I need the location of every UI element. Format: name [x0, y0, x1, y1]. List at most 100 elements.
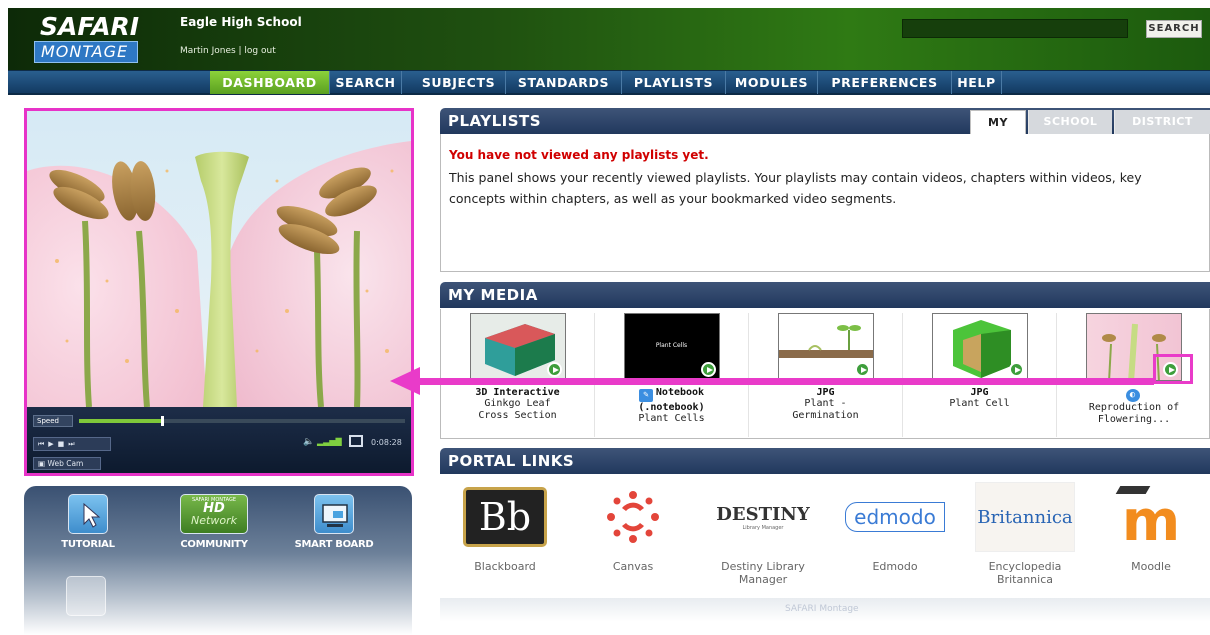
smart-board-tool[interactable]: SMART BOARD [294, 494, 374, 550]
nav-modules[interactable]: MODULES [726, 71, 818, 94]
hd-network-icon: SAFARI MONTAGE HD Network [180, 494, 248, 534]
moodle-cap-icon [1115, 486, 1151, 494]
plant-cell-thumbnail [931, 313, 1028, 381]
tab-school[interactable]: SCHOOL [1028, 110, 1112, 134]
video-type-icon: ◐ [1125, 389, 1140, 402]
play-icon[interactable] [1008, 362, 1024, 377]
notebook-icon: ✎ [638, 389, 653, 402]
portal-name-line2: Manager [738, 573, 788, 586]
user-logout-line[interactable]: Martin Jones | log out [180, 46, 276, 56]
media-type-line1: Notebook [655, 387, 705, 398]
media-item-ginkgo[interactable]: 3D Interactive Ginkgo Leaf Cross Section [441, 313, 595, 437]
webcam-button[interactable]: ▣ Web Cam [33, 457, 101, 470]
play-icon[interactable] [700, 362, 716, 377]
hd-network-bottom-text: Network [191, 514, 237, 527]
community-label: COMMUNITY [180, 539, 248, 550]
destiny-logo-text: DESTINY [716, 503, 810, 525]
portal-name-line1: Destiny Library [721, 560, 805, 573]
tutorial-label: TUTORIAL [61, 539, 115, 550]
nav-preferences[interactable]: PREFERENCES [818, 71, 952, 94]
thumb-text: Plant Cells [655, 342, 688, 349]
nav-search[interactable]: SEARCH [330, 71, 402, 94]
nav-playlists[interactable]: PLAYLISTS [622, 71, 726, 94]
media-item-plant-cells[interactable]: Plant Cells ✎ Notebook (.notebook) Plant … [595, 313, 749, 437]
empty-playlists-message: You have not viewed any playlists yet. [449, 148, 709, 162]
germination-thumbnail [777, 313, 874, 381]
nav-standards[interactable]: STANDARDS [506, 71, 622, 94]
canvas-logo [578, 482, 688, 552]
edmodo-logo: edmodo [840, 482, 950, 552]
nav-help[interactable]: HELP [952, 71, 1002, 94]
footer-fade: SAFARI Montage [440, 598, 1210, 622]
my-media-body: 3D Interactive Ginkgo Leaf Cross Section… [440, 309, 1210, 439]
annotation-arrow-line [416, 378, 1154, 385]
search-button[interactable]: SEARCH [1146, 20, 1202, 38]
video-player[interactable]: Speed ⏮▶■⏭ 🔈 ▂▃▅▇ 0:08:28 ▣ Web Cam [24, 108, 414, 476]
nav-subjects[interactable]: SUBJECTS [412, 71, 506, 94]
playlists-header: PLAYLISTS [440, 108, 970, 134]
play-icon[interactable] [854, 362, 870, 377]
transport-buttons[interactable]: ⏮▶■⏭ [33, 437, 111, 451]
portal-name: Canvas [612, 560, 654, 573]
blackboard-logo-text: Bb [463, 487, 547, 547]
portal-britannica[interactable]: Britannica Encyclopedia Britannica [970, 482, 1080, 586]
volume-icon[interactable]: 🔈 [303, 437, 314, 447]
media-type-video-icon: ◐ [1057, 387, 1210, 402]
safari-montage-logo[interactable]: SAFARI MONTAGE [34, 14, 146, 66]
portal-name-line2: Britannica [997, 573, 1053, 586]
destiny-logo: DESTINY Library Manager [708, 482, 818, 552]
playlists-body: You have not viewed any playlists yet. T… [440, 134, 1210, 272]
media-item-germination[interactable]: JPG Plant - Germination [749, 313, 903, 437]
cursor-icon [68, 494, 108, 534]
community-tool[interactable]: SAFARI MONTAGE HD Network COMMUNITY [174, 494, 254, 550]
media-name-line2: Flowering... [1097, 414, 1171, 425]
player-controls: Speed ⏮▶■⏭ 🔈 ▂▃▅▇ 0:08:28 ▣ Web Cam [27, 407, 411, 473]
faded-tool-icon [66, 576, 106, 616]
portal-links-header: PORTAL LINKS [440, 448, 1210, 474]
logo-top-text: SAFARI [40, 12, 140, 41]
volume-level-icon[interactable]: ▂▃▅▇ [317, 437, 342, 446]
portal-destiny[interactable]: DESTINY Library Manager Destiny Library … [708, 482, 818, 587]
time-display: 0:08:28 [371, 438, 402, 447]
playlists-description: This panel shows your recently viewed pl… [449, 170, 1142, 206]
notebook-thumbnail: Plant Cells [623, 313, 720, 381]
logo-bottom-text: MONTAGE [34, 41, 138, 63]
media-name-line1: Plant - [804, 398, 847, 409]
portal-name: Moodle [1131, 560, 1171, 573]
tutorial-tool[interactable]: TUTORIAL [48, 494, 128, 550]
media-type: JPG [816, 387, 835, 398]
nav-dashboard[interactable]: DASHBOARD [210, 71, 330, 94]
media-item-plant-cell[interactable]: JPG Plant Cell [903, 313, 1057, 437]
progress-bar[interactable] [79, 416, 405, 426]
tab-my[interactable]: MY [970, 110, 1026, 134]
fullscreen-icon[interactable] [349, 435, 363, 447]
top-header: SAFARI MONTAGE Eagle High School Martin … [8, 8, 1210, 70]
media-name: Plant Cells [638, 413, 705, 424]
speed-control[interactable]: Speed [33, 415, 73, 427]
blackboard-logo: Bb [450, 482, 560, 552]
video-frame[interactable] [27, 111, 411, 407]
media-type: 3D Interactive [475, 387, 560, 398]
portal-name-line1: Encyclopedia [988, 560, 1062, 573]
portal-name: Edmodo [872, 560, 918, 573]
portal-name: Blackboard [474, 560, 536, 573]
webcam-label: Web Cam [47, 459, 84, 468]
annotation-highlight-box [1153, 354, 1193, 384]
portal-canvas[interactable]: Canvas [578, 482, 688, 573]
portal-blackboard[interactable]: Bb Blackboard [450, 482, 560, 573]
progress-knob[interactable] [160, 416, 164, 426]
portal-moodle[interactable]: m Moodle [1096, 482, 1206, 573]
my-media-header: MY MEDIA [440, 282, 1210, 308]
tab-district[interactable]: DISTRICT [1114, 110, 1210, 134]
search-input[interactable] [902, 19, 1128, 38]
school-name: Eagle High School [180, 15, 302, 29]
smart-board-label: SMART BOARD [294, 539, 374, 550]
progress-fill [79, 419, 161, 423]
flower-stamen-video-image [27, 111, 411, 407]
play-icon[interactable] [546, 362, 562, 377]
portal-edmodo[interactable]: edmodo Edmodo [840, 482, 950, 573]
media-name: Plant Cell [949, 398, 1010, 409]
media-type-notebook: ✎ Notebook [595, 387, 748, 402]
edmodo-logo-text: edmodo [845, 502, 945, 532]
footer-text: SAFARI Montage [785, 604, 859, 614]
